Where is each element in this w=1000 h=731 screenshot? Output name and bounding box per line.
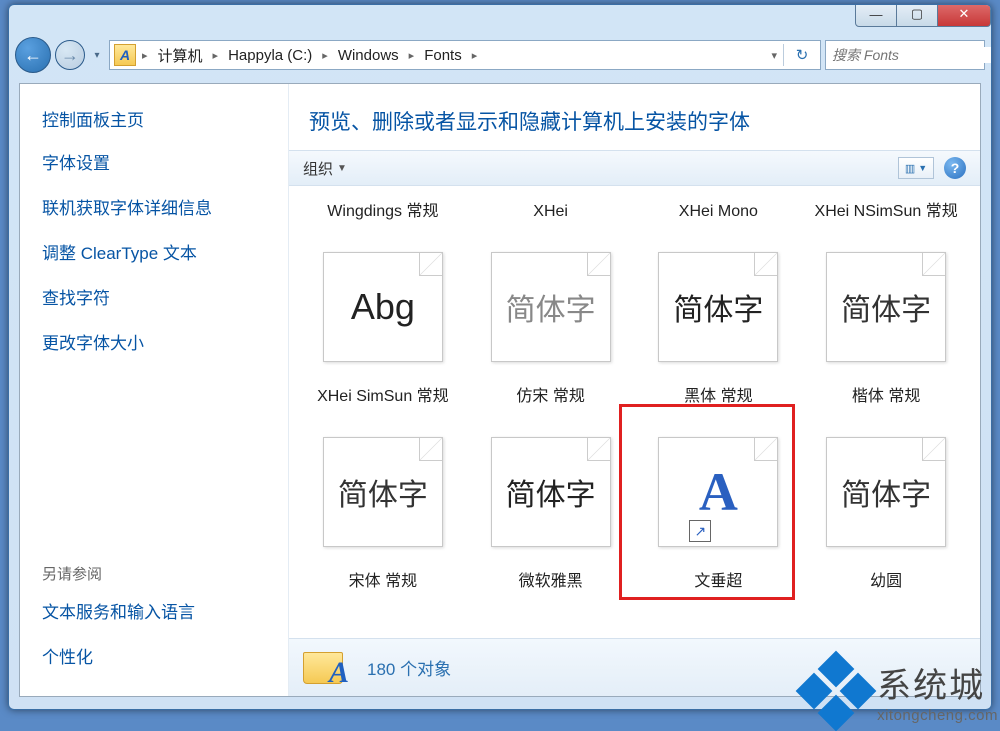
search-box[interactable]: 🔍 <box>825 40 985 70</box>
history-dropdown[interactable]: ▾ <box>89 44 105 66</box>
help-button[interactable]: ? <box>944 157 966 179</box>
sidebar-link-online-fonts[interactable]: 联机获取字体详细信息 <box>42 194 266 219</box>
address-bar[interactable]: A ▸ 计算机 ▸ Happyla (C:) ▸ Windows ▸ Fonts… <box>109 40 821 70</box>
shortcut-arrow-icon: ↗ <box>689 520 711 542</box>
font-thumbnail: Abg <box>323 252 443 362</box>
navigation-bar: ← → ▾ A ▸ 计算机 ▸ Happyla (C:) ▸ Windows ▸… <box>9 35 991 75</box>
search-input[interactable] <box>832 47 992 63</box>
sidebar-link-font-size[interactable]: 更改字体大小 <box>42 329 266 354</box>
font-grid: Wingdings 常规 Abg XHei 简体字 XHei Mono 简体字 … <box>289 186 980 638</box>
status-bar: A 180 个对象 <box>289 638 980 696</box>
font-label: 宋体 常规 <box>349 572 417 616</box>
font-shortcut-icon: A <box>699 461 738 523</box>
sidebar-link-personalize[interactable]: 个性化 <box>42 643 266 668</box>
font-thumbnail: 简体字 <box>658 252 778 362</box>
sidebar-heading[interactable]: 控制面板主页 <box>42 106 266 131</box>
page-title: 预览、删除或者显示和隐藏计算机上安装的字体 <box>289 84 980 150</box>
font-item[interactable]: 黑体 常规 A ↗ <box>635 385 803 570</box>
chevron-down-icon: ▼ <box>918 163 927 173</box>
breadcrumb-sep[interactable]: ▸ <box>140 49 150 62</box>
font-label: 幼圆 <box>870 572 902 616</box>
toolbar: 组织 ▼ ▥ ▼ ? <box>289 150 980 186</box>
font-label: XHei SimSun 常规 <box>317 387 449 431</box>
window-controls: — ▢ ✕ <box>856 4 991 27</box>
address-dropdown[interactable]: ▾ <box>769 49 779 62</box>
font-item[interactable]: Wingdings 常规 Abg <box>299 200 467 385</box>
font-label: Wingdings 常规 <box>327 202 438 246</box>
refresh-button[interactable]: ↻ <box>788 43 816 67</box>
font-item[interactable]: XHei SimSun 常规 简体字 <box>299 385 467 570</box>
font-thumbnail: 简体字 <box>491 252 611 362</box>
breadcrumb-fonts[interactable]: Fonts <box>420 47 466 64</box>
maximize-button[interactable]: ▢ <box>896 4 938 27</box>
item-count: 180 个对象 <box>367 655 451 680</box>
font-label: XHei Mono <box>679 202 758 246</box>
font-thumbnail: 简体字 <box>826 252 946 362</box>
explorer-window: — ▢ ✕ ← → ▾ A ▸ 计算机 ▸ Happyla (C:) ▸ Win… <box>8 4 992 710</box>
main-panel: 预览、删除或者显示和隐藏计算机上安装的字体 组织 ▼ ▥ ▼ ? <box>288 84 980 696</box>
font-label: 黑体 常规 <box>684 387 752 431</box>
breadcrumb-sep[interactable]: ▸ <box>211 49 221 62</box>
forward-button[interactable]: → <box>55 40 85 70</box>
font-item[interactable]: 宋体 常规 <box>299 570 467 638</box>
chevron-down-icon: ▼ <box>337 163 347 174</box>
font-thumbnail: A ↗ <box>658 437 778 547</box>
font-item[interactable]: 微软雅黑 <box>467 570 635 638</box>
font-item[interactable]: 楷体 常规 简体字 <box>802 385 970 570</box>
sidebar-also-label: 另请参阅 <box>42 563 266 584</box>
breadcrumb-sep[interactable]: ▸ <box>470 49 480 62</box>
minimize-button[interactable]: — <box>855 4 897 27</box>
close-button[interactable]: ✕ <box>937 4 991 27</box>
sidebar-link-font-settings[interactable]: 字体设置 <box>42 149 266 174</box>
font-item[interactable]: XHei 简体字 <box>467 200 635 385</box>
breadcrumb-computer[interactable]: 计算机 <box>154 45 207 66</box>
sidebar-link-find-char[interactable]: 查找字符 <box>42 284 266 309</box>
font-label: 仿宋 常规 <box>516 387 584 431</box>
font-item[interactable]: XHei Mono 简体字 <box>635 200 803 385</box>
font-item[interactable]: XHei NSimSun 常规 简体字 <box>802 200 970 385</box>
font-label: XHei <box>533 202 568 246</box>
organize-button[interactable]: 组织 ▼ <box>303 158 347 179</box>
breadcrumb-sep[interactable]: ▸ <box>320 49 330 62</box>
view-mode-button[interactable]: ▥ ▼ <box>898 157 934 179</box>
font-thumbnail: 简体字 <box>323 437 443 547</box>
fonts-folder-icon: A <box>301 646 349 690</box>
font-label: XHei NSimSun 常规 <box>815 202 958 246</box>
font-thumbnail: 简体字 <box>491 437 611 547</box>
font-item[interactable]: 仿宋 常规 简体字 <box>467 385 635 570</box>
content-frame: 控制面板主页 字体设置 联机获取字体详细信息 调整 ClearType 文本 查… <box>19 83 981 697</box>
font-label: 微软雅黑 <box>519 572 583 616</box>
font-item[interactable]: 幼圆 <box>802 570 970 638</box>
font-label: 文垂超 <box>694 572 742 616</box>
titlebar: — ▢ ✕ <box>9 5 991 35</box>
font-label: 楷体 常规 <box>852 387 920 431</box>
breadcrumb-sep[interactable]: ▸ <box>407 49 417 62</box>
sidebar-link-cleartype[interactable]: 调整 ClearType 文本 <box>42 239 266 264</box>
breadcrumb-windows[interactable]: Windows <box>334 47 403 64</box>
back-button[interactable]: ← <box>15 37 51 73</box>
sidebar-link-text-services[interactable]: 文本服务和输入语言 <box>42 598 266 623</box>
fonts-folder-icon: A <box>114 44 136 66</box>
font-item[interactable]: 文垂超 <box>635 570 803 638</box>
breadcrumb-drive[interactable]: Happyla (C:) <box>224 47 316 64</box>
sidebar: 控制面板主页 字体设置 联机获取字体详细信息 调整 ClearType 文本 查… <box>20 84 288 696</box>
font-thumbnail: 简体字 <box>826 437 946 547</box>
